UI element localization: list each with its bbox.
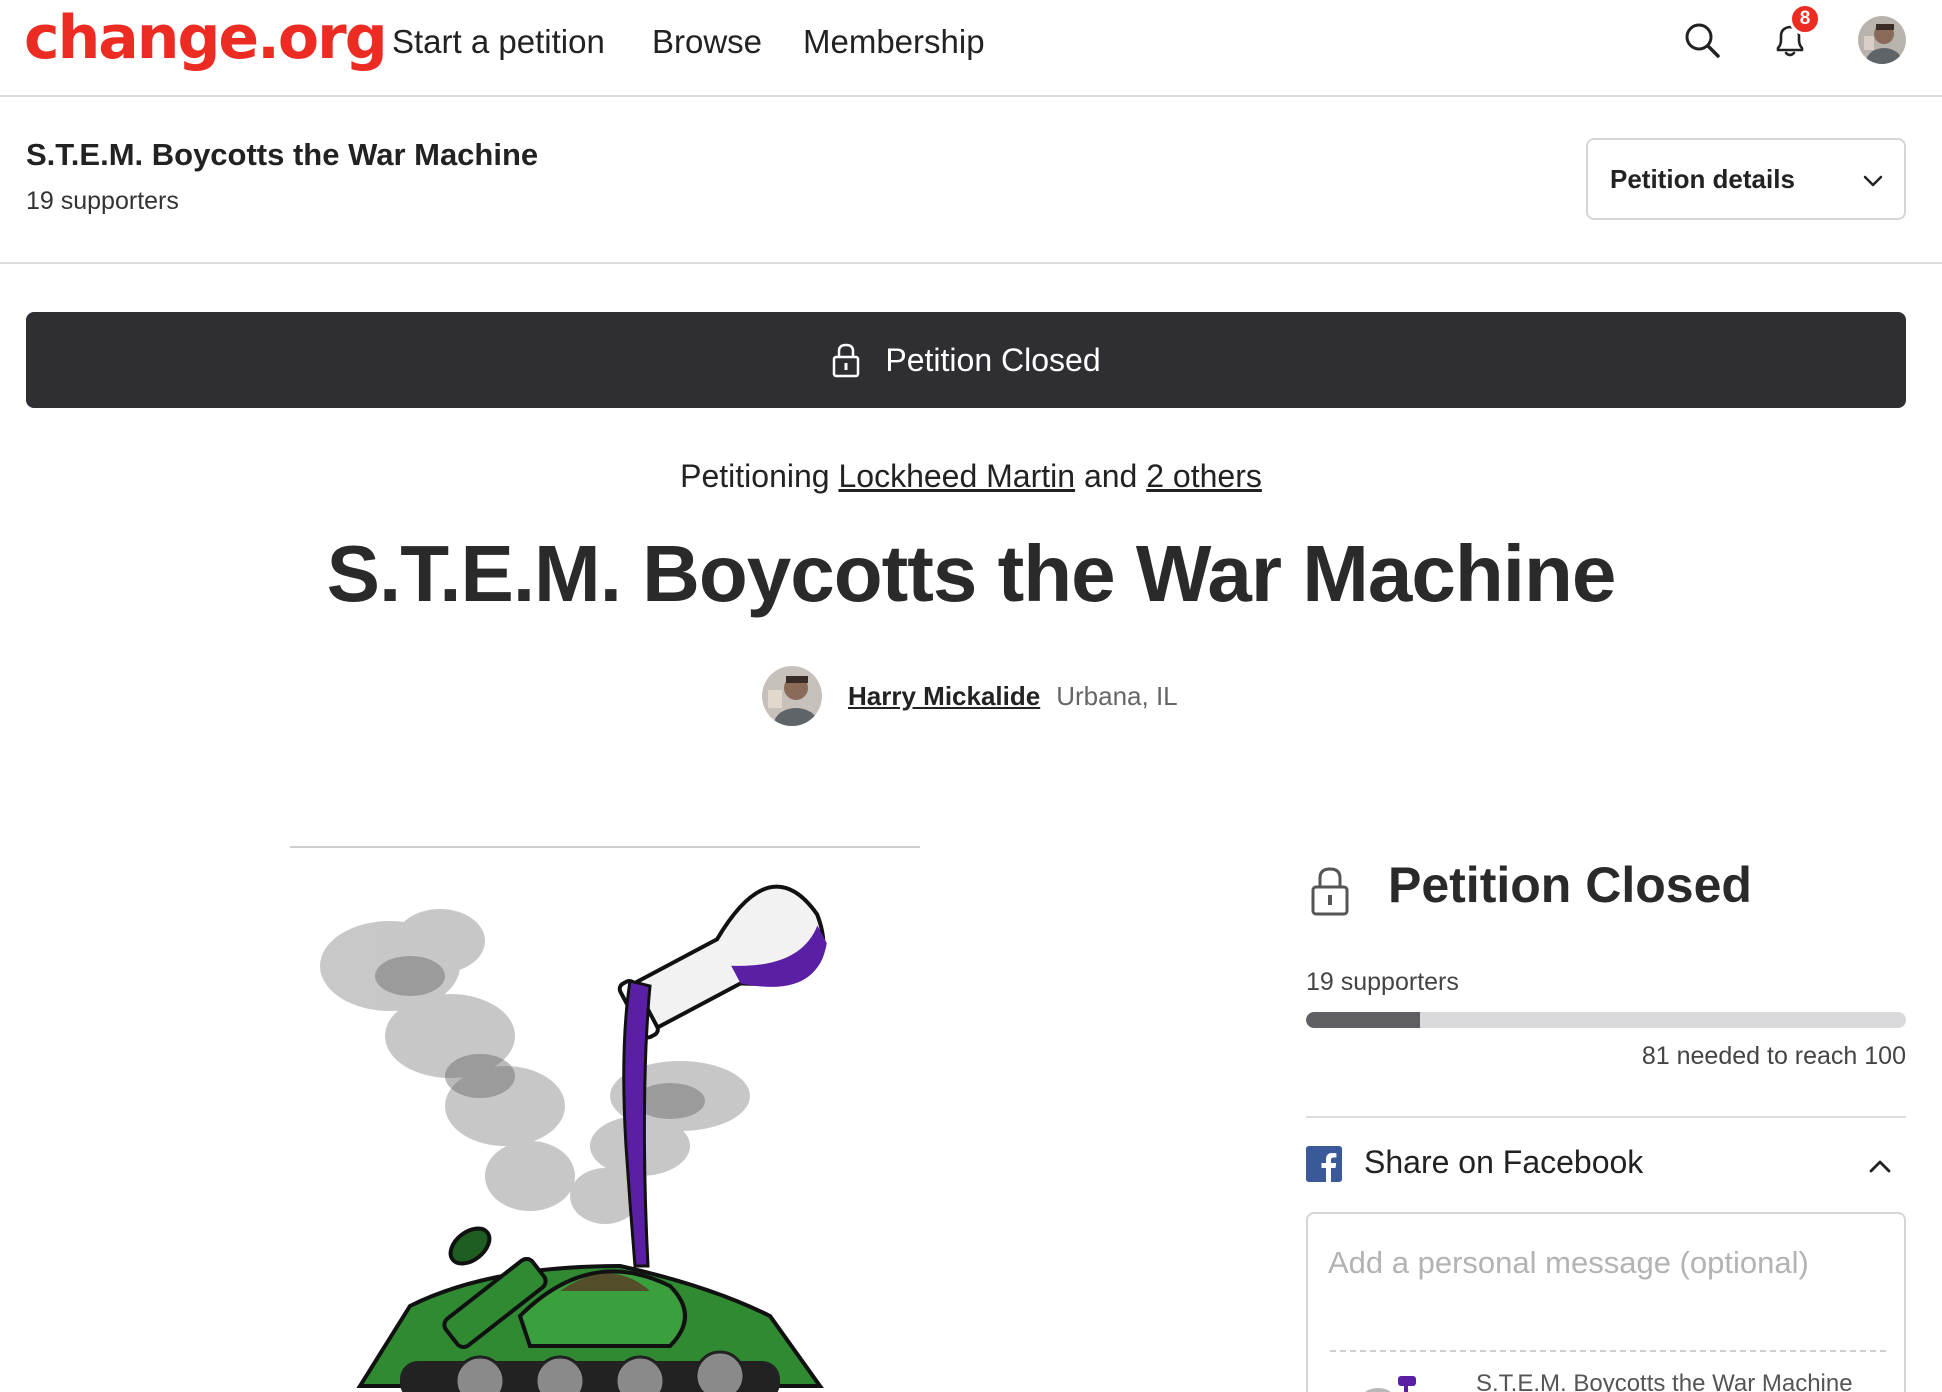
lock-icon xyxy=(833,343,860,378)
other-targets-link[interactable]: 2 others xyxy=(1146,458,1262,494)
petition-closed-banner: Petition Closed xyxy=(26,312,1906,408)
sticky-petition-title: S.T.E.M. Boycotts the War Machine xyxy=(26,137,539,172)
progress-fill xyxy=(1306,1012,1420,1028)
nav-browse[interactable]: Browse xyxy=(652,20,762,64)
petitioning-line: Petitioning Lockheed Martin and 2 others xyxy=(0,458,1942,495)
target-link-lockheed[interactable]: Lockheed Martin xyxy=(838,458,1075,494)
petitioning-and: and xyxy=(1083,458,1138,494)
sidebar-divider xyxy=(1306,1116,1906,1118)
preview-thumbnail xyxy=(1365,1376,1416,1392)
share-message-box: S.T.E.M. Boycotts the War Machine xyxy=(1306,1212,1906,1392)
signature-progress-bar xyxy=(1306,1012,1906,1028)
petition-details-label: Petition details xyxy=(1610,164,1795,194)
change-org-logo[interactable]: change.org xyxy=(24,2,388,74)
preview-title: S.T.E.M. Boycotts the War Machine xyxy=(1476,1370,1853,1392)
author-name-link[interactable]: Harry Mickalide xyxy=(848,681,1040,712)
author-avatar[interactable] xyxy=(762,666,822,726)
petitioning-prefix: Petitioning xyxy=(680,458,830,494)
chevron-up-icon xyxy=(1869,1160,1891,1173)
share-facebook-label: Share on Facebook xyxy=(1364,1144,1644,1180)
author-location: Urbana, IL xyxy=(1056,680,1178,711)
nav-membership[interactable]: Membership xyxy=(803,20,985,64)
petition-details-dropdown[interactable]: Petition details xyxy=(1586,138,1906,220)
petition-sticky-header: S.T.E.M. Boycotts the War Machine 19 sup… xyxy=(0,97,1942,264)
personal-message-input[interactable] xyxy=(1328,1238,1888,1288)
notification-badge: 8 xyxy=(1789,3,1821,35)
user-avatar[interactable] xyxy=(1858,16,1906,64)
top-navigation: change.org Start a petition Browse Membe… xyxy=(0,0,1942,97)
preview-divider xyxy=(1330,1350,1886,1352)
supporter-count: 19 supporters xyxy=(1306,968,1459,996)
share-facebook-toggle[interactable]: Share on Facebook xyxy=(1306,1140,1906,1188)
banner-text: Petition Closed xyxy=(885,341,1101,378)
lock-icon xyxy=(1311,867,1349,916)
sticky-supporter-count: 19 supporters xyxy=(26,187,179,215)
nav-start-petition[interactable]: Start a petition xyxy=(392,20,605,64)
search-icon[interactable] xyxy=(1680,18,1724,62)
status-title: Petition Closed xyxy=(1388,857,1752,913)
chevron-down-icon xyxy=(1863,175,1883,187)
facebook-icon xyxy=(1306,1146,1342,1182)
signatures-needed: 81 needed to reach 100 xyxy=(1641,1042,1906,1070)
petition-title: S.T.E.M. Boycotts the War Machine xyxy=(326,529,1617,618)
author-row: Harry Mickalide Urbana, IL xyxy=(762,666,1178,726)
petition-illustration xyxy=(320,884,827,1392)
